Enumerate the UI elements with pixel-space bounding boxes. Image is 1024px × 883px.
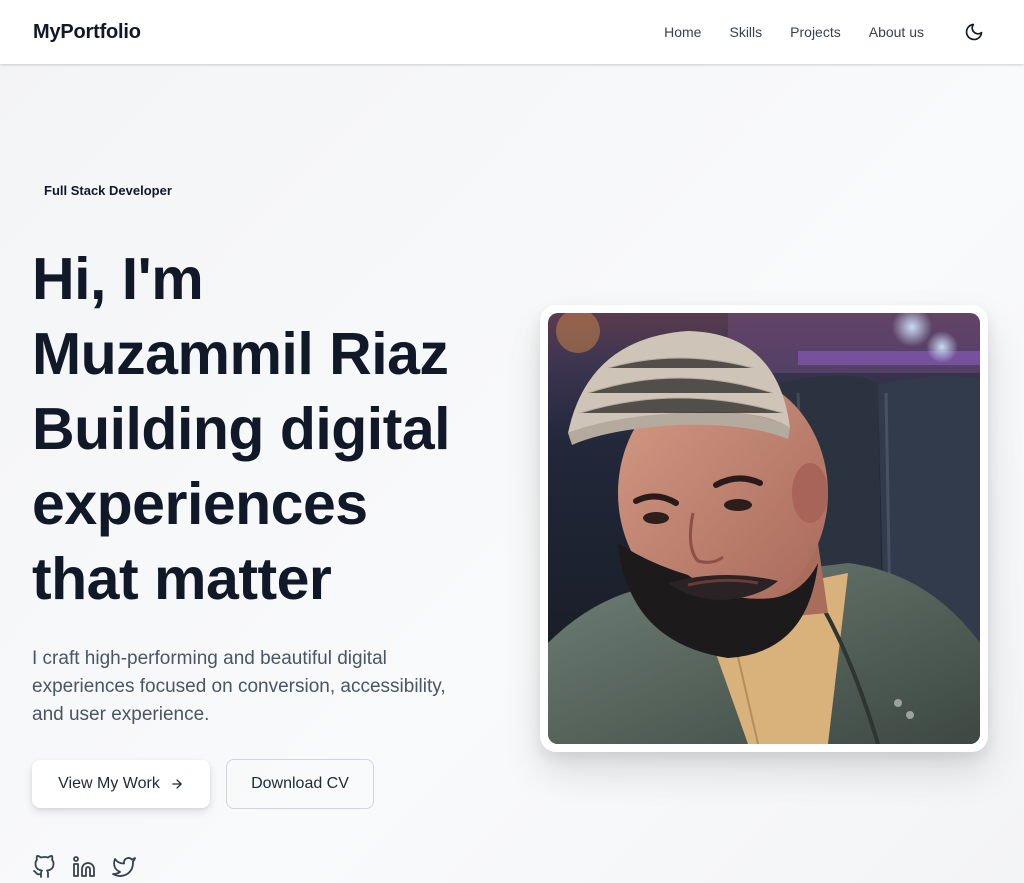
- view-work-label: View My Work: [58, 775, 160, 792]
- view-work-button[interactable]: View My Work: [32, 760, 210, 808]
- nav-link-skills[interactable]: Skills: [729, 24, 762, 40]
- hero-title-line: that matter: [32, 546, 332, 612]
- social-links: [32, 855, 152, 879]
- brand-logo[interactable]: MyPortfolio: [33, 21, 141, 44]
- twitter-icon[interactable]: [112, 855, 136, 879]
- nav-link-projects[interactable]: Projects: [790, 24, 841, 40]
- arrow-right-icon: [170, 777, 184, 791]
- hero-title-line: experiences: [32, 471, 368, 537]
- role-badge: Full Stack Developer: [44, 182, 172, 198]
- profile-photo: [548, 313, 980, 744]
- hero-title-line: Muzammil Riaz: [32, 321, 449, 387]
- moon-icon: [965, 23, 983, 41]
- hero-title-line: Building digital: [32, 396, 451, 462]
- download-cv-button[interactable]: Download CV: [226, 759, 374, 809]
- theme-toggle-button[interactable]: [956, 14, 992, 50]
- hero-description: I craft high-performing and beautiful di…: [32, 648, 446, 725]
- linkedin-icon[interactable]: [72, 855, 96, 879]
- hero-title: Hi, I'm Muzammil Riaz Building digital e…: [32, 242, 502, 617]
- github-icon[interactable]: [32, 855, 56, 879]
- top-navbar: MyPortfolio Home Skills Projects About u…: [0, 0, 1024, 64]
- nav-menu: Home Skills Projects About us: [664, 14, 992, 50]
- nav-link-about[interactable]: About us: [869, 24, 924, 40]
- profile-photo-card: [540, 305, 988, 752]
- nav-link-home[interactable]: Home: [664, 24, 701, 40]
- hero-title-line: Hi, I'm: [32, 246, 204, 312]
